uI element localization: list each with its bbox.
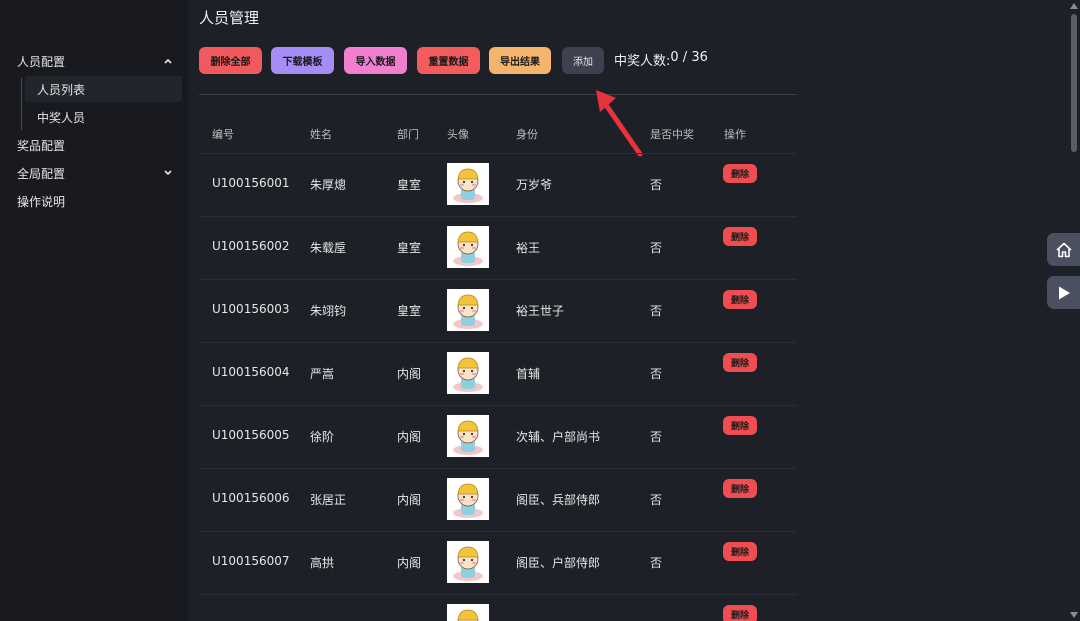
- cell-name: 徐阶: [310, 430, 335, 444]
- sidebar-group-people-config[interactable]: 人员配置: [0, 48, 188, 74]
- cell-identity: 首辅: [516, 367, 541, 381]
- row-divider: [199, 594, 797, 595]
- sidebar-item-label: 中奖人员: [37, 110, 86, 125]
- cell-won: 否: [650, 556, 663, 570]
- sidebar-group-prize-config[interactable]: 奖品配置: [0, 132, 188, 158]
- sidebar-group-label: 全局配置: [17, 166, 66, 181]
- download-template-button[interactable]: 下载模板: [271, 47, 334, 74]
- add-button[interactable]: 添加: [562, 47, 604, 74]
- sidebar-group-label: 人员配置: [17, 54, 66, 69]
- cell-id: U100156004: [212, 365, 290, 379]
- cell-id: U100156006: [212, 491, 290, 505]
- avatar: [447, 352, 489, 394]
- cell-dept: 皇室: [397, 304, 422, 318]
- cell-name: 严嵩: [310, 367, 335, 381]
- sidebar-item-people-list[interactable]: 人员列表: [25, 76, 182, 102]
- scroll-up-icon[interactable]: [1069, 2, 1079, 10]
- cell-won: 否: [650, 304, 663, 318]
- cell-name: 朱载垕: [310, 241, 347, 255]
- cell-identity: 裕王: [516, 241, 541, 255]
- cell-won: 否: [650, 493, 663, 507]
- annotation-arrow: [596, 90, 643, 157]
- avatar: [447, 478, 489, 520]
- row-divider: [199, 405, 797, 406]
- toolbar-divider: [199, 94, 797, 95]
- cell-won: 否: [650, 241, 663, 255]
- cell-dept: 内阁: [397, 493, 422, 507]
- cell-identity: 阁臣、户部侍郎: [516, 556, 601, 570]
- submenu-indent-line: [21, 78, 22, 130]
- reset-data-button[interactable]: 重置数据: [417, 47, 480, 74]
- delete-row-button[interactable]: 删除: [723, 479, 757, 498]
- sidebar-item-label: 人员列表: [37, 82, 86, 97]
- avatar: [447, 415, 489, 457]
- avatar: [447, 289, 489, 331]
- sidebar: 人员配置 人员列表 中奖人员 奖品配置 全局配置 操作说明: [0, 0, 188, 621]
- cell-name: 朱厚熜: [310, 178, 347, 192]
- cell-id: U100156007: [212, 554, 290, 568]
- cell-won: 否: [650, 178, 663, 192]
- delete-row-button[interactable]: 删除: [723, 164, 757, 183]
- scroll-down-icon[interactable]: [1069, 611, 1079, 619]
- cell-identity: 次辅、户部尚书: [516, 430, 601, 444]
- winner-count-value: 0: [670, 50, 679, 65]
- delete-row-button[interactable]: 删除: [723, 416, 757, 435]
- cell-id: U100156002: [212, 239, 290, 253]
- cell-won: 否: [650, 430, 663, 444]
- row-divider: [199, 531, 797, 532]
- row-divider: [199, 216, 797, 217]
- column-header-action: 操作: [724, 128, 746, 141]
- sidebar-group-label: 操作说明: [17, 194, 66, 209]
- winner-count-label: 中奖人数:: [614, 54, 671, 69]
- sidebar-group-instructions[interactable]: 操作说明: [0, 188, 188, 214]
- cell-id: U100156003: [212, 302, 290, 316]
- delete-row-button[interactable]: 删除: [723, 605, 757, 621]
- column-header-name: 姓名: [310, 128, 332, 141]
- chevron-up-icon: [162, 55, 174, 67]
- import-data-button[interactable]: 导入数据: [344, 47, 407, 74]
- delete-row-button[interactable]: 删除: [723, 542, 757, 561]
- avatar: [447, 604, 489, 621]
- column-header-won: 是否中奖: [650, 128, 694, 141]
- cell-identity: 阁臣、兵部侍郎: [516, 493, 601, 507]
- delete-row-button[interactable]: 删除: [723, 290, 757, 309]
- avatar: [447, 541, 489, 583]
- sidebar-item-winners[interactable]: 中奖人员: [25, 104, 182, 130]
- delete-all-button[interactable]: 删除全部: [199, 47, 262, 74]
- cell-dept: 内阁: [397, 430, 422, 444]
- column-header-id: 编号: [212, 128, 234, 141]
- row-divider: [199, 153, 797, 154]
- sidebar-group-label: 奖品配置: [17, 138, 66, 153]
- page-title: 人员管理: [199, 9, 260, 27]
- cell-dept: 皇室: [397, 241, 422, 255]
- column-header-identity: 身份: [516, 128, 538, 141]
- delete-row-button[interactable]: 删除: [723, 227, 757, 246]
- sidebar-group-global-config[interactable]: 全局配置: [0, 160, 188, 186]
- winner-count-separator: /: [678, 50, 692, 65]
- winner-count: 中奖人数: 0 / 36: [614, 50, 708, 69]
- cell-id: U100156001: [212, 176, 290, 190]
- cell-identity: 裕王世子: [516, 304, 565, 318]
- column-header-avatar: 头像: [447, 128, 469, 141]
- cell-dept: 内阁: [397, 367, 422, 381]
- row-divider: [199, 342, 797, 343]
- cell-identity: 万岁爷: [516, 178, 553, 192]
- avatar: [447, 226, 489, 268]
- cell-id: U100156005: [212, 428, 290, 442]
- row-divider: [199, 468, 797, 469]
- column-header-dept: 部门: [397, 128, 419, 141]
- cell-name: 张居正: [310, 493, 347, 507]
- delete-row-button[interactable]: 删除: [723, 353, 757, 372]
- cell-dept: 内阁: [397, 556, 422, 570]
- cell-name: 朱翊钧: [310, 304, 347, 318]
- export-results-button[interactable]: 导出结果: [489, 47, 551, 74]
- cell-name: 高拱: [310, 556, 335, 570]
- chevron-down-icon: [162, 167, 174, 179]
- avatar: [447, 163, 489, 205]
- cell-won: 否: [650, 367, 663, 381]
- winner-count-total: 36: [691, 50, 708, 65]
- scrollbar-thumb[interactable]: [1071, 14, 1077, 152]
- cell-dept: 皇室: [397, 178, 422, 192]
- row-divider: [199, 279, 797, 280]
